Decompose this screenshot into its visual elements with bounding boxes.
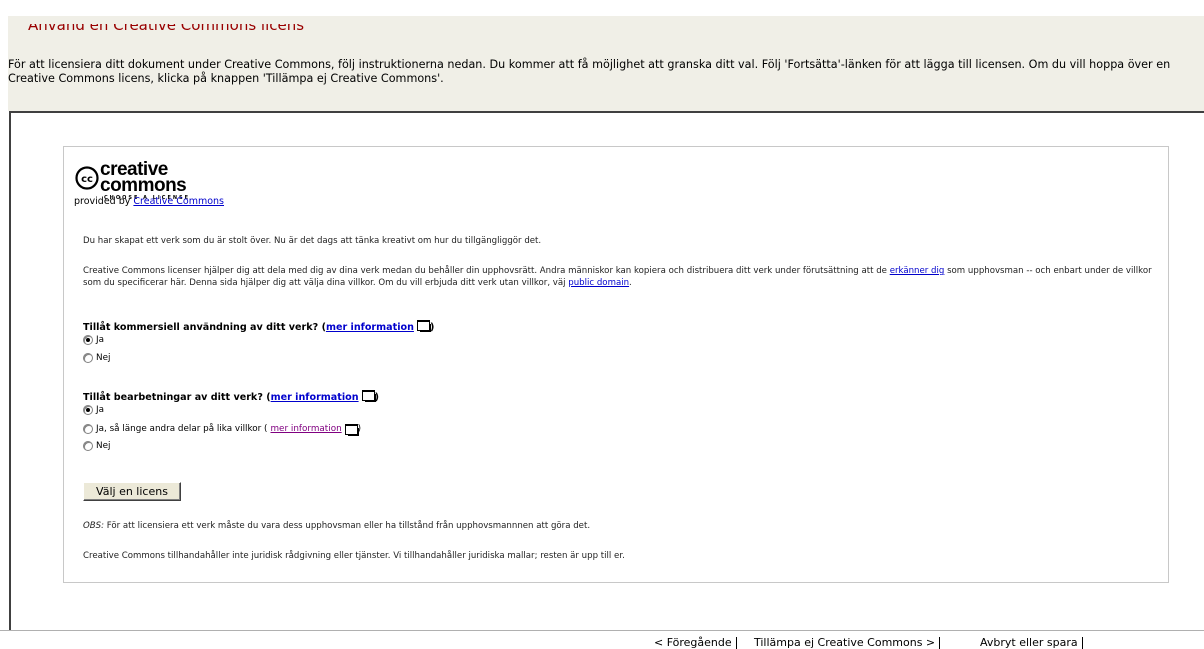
explanation-text-a: Creative Commons licenser hjälper dig at… xyxy=(83,266,890,276)
modifications-no-label: Nej xyxy=(96,441,111,451)
commercial-more-info-link[interactable]: mer information xyxy=(326,322,414,333)
provided-by: provided by Creative Commons xyxy=(74,196,224,207)
previous-button[interactable]: < Föregående xyxy=(654,637,737,649)
modifications-option-yes[interactable]: Ja xyxy=(83,405,104,415)
erkanner-dig-link[interactable]: erkänner dig xyxy=(890,266,945,276)
choose-license-button[interactable]: Välj en licens xyxy=(83,482,181,501)
cancel-or-save-button[interactable]: Avbryt eller spara xyxy=(980,637,1083,649)
radio-commercial-no[interactable] xyxy=(83,353,93,363)
legal-disclaimer: Creative Commons tillhandahåller inte ju… xyxy=(83,551,625,561)
obs-label: OBS: xyxy=(83,521,105,531)
sharealike-label: Ja, så länge andra delar på lika villkor… xyxy=(96,423,268,434)
radio-modifications-no[interactable] xyxy=(83,441,93,451)
radio-modifications-sharealike[interactable] xyxy=(83,423,93,434)
license-chooser-panel: cc creative commons CHOOSE A LICENSE pro… xyxy=(63,146,1169,583)
provided-by-prefix: provided by xyxy=(74,196,134,207)
modifications-more-info-link[interactable]: mer information xyxy=(271,392,359,403)
explanation-text-c: . xyxy=(629,278,632,288)
obs-text: För att licensiera ett verk måste du var… xyxy=(104,521,591,531)
license-explanation: Creative Commons licenser hjälper dig at… xyxy=(83,265,1153,289)
creative-commons-link[interactable]: Creative Commons xyxy=(133,196,224,207)
commercial-option-yes[interactable]: Ja xyxy=(83,335,104,345)
intro-paragraph: Du har skapat ett verk som du är stolt ö… xyxy=(83,236,542,246)
commercial-yes-label: Ja xyxy=(96,335,104,345)
obs-note: OBS: För att licensiera ett verk måste d… xyxy=(83,520,1153,532)
brand-line2: commons xyxy=(100,175,186,196)
top-bar xyxy=(0,0,1204,16)
commercial-option-no[interactable]: Nej xyxy=(83,353,110,363)
content-frame: cc creative commons CHOOSE A LICENSE pro… xyxy=(9,111,1204,630)
modifications-question: Tillåt bearbetningar av ditt verk? (mer … xyxy=(83,389,379,403)
commercial-use-question: Tillåt kommersiell användning av ditt ve… xyxy=(83,319,434,333)
new-window-icon xyxy=(344,424,359,436)
new-window-icon xyxy=(361,390,376,402)
modifications-yes-label: Ja xyxy=(96,405,104,415)
modifications-option-no[interactable]: Nej xyxy=(83,441,110,451)
commercial-question-label: Tillåt kommersiell användning av ditt ve… xyxy=(83,322,326,333)
cc-logo-text: cc xyxy=(81,174,93,185)
page-title: Använd en Creative Commons licens xyxy=(28,24,305,34)
skip-cc-button[interactable]: Tillämpa ej Creative Commons > xyxy=(754,637,941,649)
public-domain-link[interactable]: public domain xyxy=(568,278,629,288)
intro-text: För att licensiera ditt dokument under C… xyxy=(8,58,1171,85)
commercial-no-label: Nej xyxy=(96,353,111,363)
modifications-question-label: Tillåt bearbetningar av ditt verk? ( xyxy=(83,392,271,403)
radio-commercial-yes[interactable] xyxy=(83,335,93,345)
radio-modifications-yes[interactable] xyxy=(83,405,93,415)
modifications-option-sharealike[interactable]: Ja, så länge andra delar på lika villkor… xyxy=(83,423,361,436)
sharealike-more-info-link[interactable]: mer information xyxy=(270,424,341,434)
new-window-icon xyxy=(416,320,431,332)
